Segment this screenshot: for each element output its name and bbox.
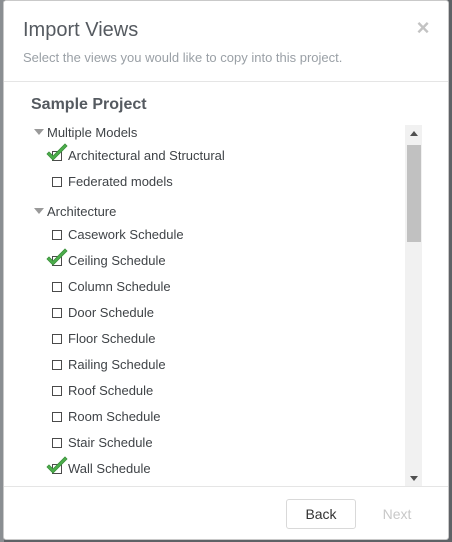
- scroll-thumb[interactable]: [407, 145, 421, 242]
- checkbox[interactable]: [52, 360, 62, 370]
- checkbox[interactable]: [52, 308, 62, 318]
- list-item[interactable]: Wall Schedule: [28, 456, 404, 482]
- scroll-down-icon[interactable]: [410, 476, 418, 481]
- item-label[interactable]: Railing Schedule: [68, 357, 166, 372]
- list-item[interactable]: Column Schedule: [28, 274, 404, 300]
- checkbox[interactable]: [52, 282, 62, 292]
- group-header[interactable]: Multiple Models: [28, 123, 404, 143]
- item-label[interactable]: Federated models: [68, 174, 173, 189]
- checkbox[interactable]: [52, 256, 62, 266]
- import-views-dialog: Import Views Select the views you would …: [3, 0, 449, 540]
- item-label[interactable]: Door Schedule: [68, 305, 154, 320]
- checkbox[interactable]: [52, 386, 62, 396]
- item-label[interactable]: Floor Schedule: [68, 331, 155, 346]
- item-label[interactable]: Wall Schedule: [68, 461, 151, 476]
- list-item[interactable]: Floor Schedule: [28, 326, 404, 352]
- list-item[interactable]: Door Schedule: [28, 300, 404, 326]
- group-label: Architecture: [47, 204, 117, 219]
- next-button[interactable]: Next: [362, 499, 432, 529]
- item-label[interactable]: Casework Schedule: [68, 227, 184, 242]
- checkbox[interactable]: [52, 334, 62, 344]
- list-item[interactable]: Architectural and Structural: [28, 143, 404, 169]
- views-tree: Multiple Models Architectural and Struct…: [28, 123, 421, 488]
- item-label[interactable]: Roof Schedule: [68, 383, 153, 398]
- caret-down-icon[interactable]: [34, 208, 44, 214]
- dialog-subtitle: Select the views you would like to copy …: [23, 50, 343, 65]
- list-item[interactable]: Ceiling Schedule: [28, 248, 404, 274]
- back-button[interactable]: Back: [286, 499, 356, 529]
- views-tree-content: Multiple Models Architectural and Struct…: [28, 123, 404, 482]
- dialog-header: Import Views Select the views you would …: [4, 1, 448, 82]
- caret-down-icon[interactable]: [34, 129, 44, 135]
- checkbox[interactable]: [52, 177, 62, 187]
- checkbox[interactable]: [52, 151, 62, 161]
- checkbox[interactable]: [52, 438, 62, 448]
- dialog-title: Import Views: [23, 19, 139, 41]
- project-name: Sample Project: [31, 96, 147, 113]
- checkbox[interactable]: [52, 230, 62, 240]
- list-item[interactable]: Casework Schedule: [28, 222, 404, 248]
- scroll-up-icon[interactable]: [410, 131, 418, 136]
- checkbox[interactable]: [52, 412, 62, 422]
- dialog-footer: Back Next: [4, 486, 448, 539]
- group-label: Multiple Models: [47, 125, 138, 140]
- close-icon[interactable]: ×: [414, 17, 432, 39]
- scrollbar[interactable]: [405, 125, 422, 487]
- item-label[interactable]: Column Schedule: [68, 279, 171, 294]
- list-item[interactable]: Roof Schedule: [28, 378, 404, 404]
- item-label[interactable]: Stair Schedule: [68, 435, 153, 450]
- group-multiple-models: Multiple Models Architectural and Struct…: [28, 123, 404, 195]
- list-item[interactable]: Stair Schedule: [28, 430, 404, 456]
- item-label[interactable]: Ceiling Schedule: [68, 253, 166, 268]
- list-item[interactable]: Railing Schedule: [28, 352, 404, 378]
- list-item[interactable]: Room Schedule: [28, 404, 404, 430]
- checkbox[interactable]: [52, 464, 62, 474]
- item-label[interactable]: Architectural and Structural: [68, 148, 225, 163]
- group-architecture: Architecture Casework Schedule Ceiling S…: [28, 202, 404, 482]
- group-header[interactable]: Architecture: [28, 202, 404, 222]
- list-item[interactable]: Federated models: [28, 169, 404, 195]
- item-label[interactable]: Room Schedule: [68, 409, 161, 424]
